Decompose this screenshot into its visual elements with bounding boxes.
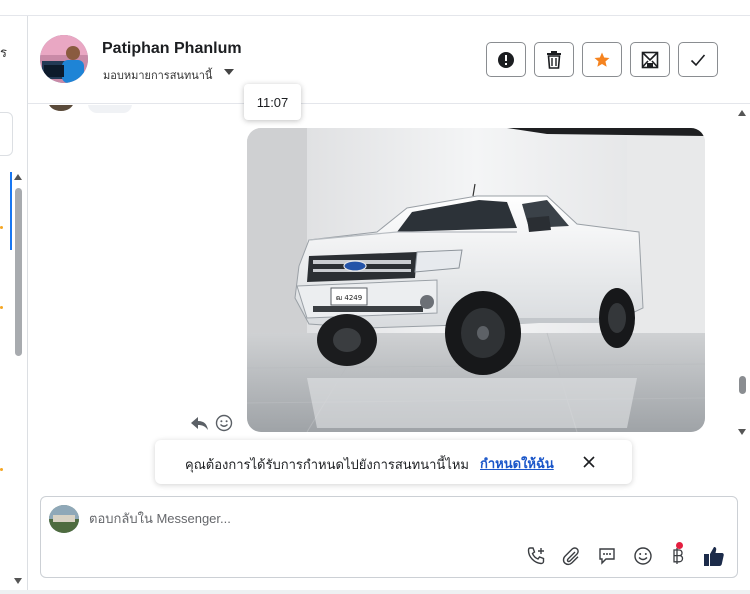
page-avatar (49, 505, 79, 533)
delete-button[interactable] (534, 42, 574, 77)
attach-file-button[interactable] (560, 545, 582, 567)
emoji-button[interactable] (632, 545, 654, 567)
assign-to-me-link[interactable]: กำหนดให้ฉัน (480, 453, 554, 474)
avatar-photo (40, 35, 88, 83)
archive-envelope-icon (641, 51, 659, 68)
sender-avatar (48, 105, 74, 111)
reply-icon[interactable] (190, 414, 210, 434)
scroll-up-arrow[interactable] (14, 174, 22, 180)
unread-dot (0, 468, 3, 471)
baht-payment-icon (673, 548, 684, 564)
mark-done-button[interactable] (678, 42, 718, 77)
add-call-button[interactable] (525, 545, 547, 567)
selected-indicator (10, 172, 12, 250)
contact-name[interactable]: Patiphan Phanlum (102, 40, 242, 58)
star-button[interactable] (582, 42, 622, 77)
payment-button[interactable] (667, 542, 689, 567)
archive-button[interactable] (630, 42, 670, 77)
unread-dot (0, 306, 3, 309)
emoji-react-icon[interactable] (215, 414, 233, 432)
bottom-strip (0, 590, 750, 594)
clipped-list-text: ร (0, 45, 7, 60)
scrollbar-thumb[interactable] (739, 376, 746, 394)
trash-icon (547, 50, 561, 69)
notification-dot (676, 542, 683, 549)
top-bar (0, 0, 750, 16)
alert-circle-icon (498, 51, 514, 68)
message-image[interactable]: ฒ 4249 (247, 128, 705, 432)
assignment-prompt-banner: คุณต้องการได้รับการกำหนดไปยังการสนทนานี้… (155, 440, 632, 484)
chevron-down-icon[interactable] (224, 69, 234, 75)
unread-dot (0, 226, 3, 229)
contact-avatar[interactable] (40, 35, 88, 83)
check-icon (690, 53, 706, 66)
add-call-icon (527, 547, 545, 565)
conversation-header: Patiphan Phanlum มอบหมายการสนทนานี้ (28, 16, 750, 104)
banner-text: คุณต้องการได้รับการกำหนดไปยังการสนทนานี้… (185, 457, 469, 472)
conversation-list-pane: ร (0, 16, 28, 594)
pickup-truck-photo: ฒ 4249 (247, 128, 705, 432)
previous-message-bubble[interactable] (88, 105, 132, 113)
emoji-icon (634, 547, 652, 565)
scroll-down-arrow[interactable] (738, 429, 746, 435)
license-plate: ฒ 4249 (336, 294, 362, 302)
assign-conversation-label[interactable]: มอบหมายการสนทนานี้ (103, 66, 212, 84)
scroll-down-arrow[interactable] (14, 578, 22, 584)
conversation-card[interactable] (0, 112, 13, 156)
close-icon[interactable] (581, 454, 597, 470)
timestamp-tooltip: 11:07 (244, 84, 301, 120)
star-icon (594, 52, 610, 67)
attachment-icon (562, 547, 579, 566)
saved-replies-button[interactable] (596, 545, 618, 567)
saved-replies-icon (599, 548, 615, 565)
scroll-up-arrow[interactable] (738, 110, 746, 116)
reply-input[interactable] (89, 511, 589, 526)
reply-composer (40, 496, 738, 578)
mark-spam-button[interactable] (486, 42, 526, 77)
thumbs-up-icon (704, 547, 724, 566)
thumbs-up-button[interactable] (703, 545, 725, 567)
scrollbar-thumb[interactable] (15, 188, 22, 356)
inbox-window: ร Patiphan Phanlum มอบหมายการสนทนานี้ 11… (0, 0, 750, 594)
